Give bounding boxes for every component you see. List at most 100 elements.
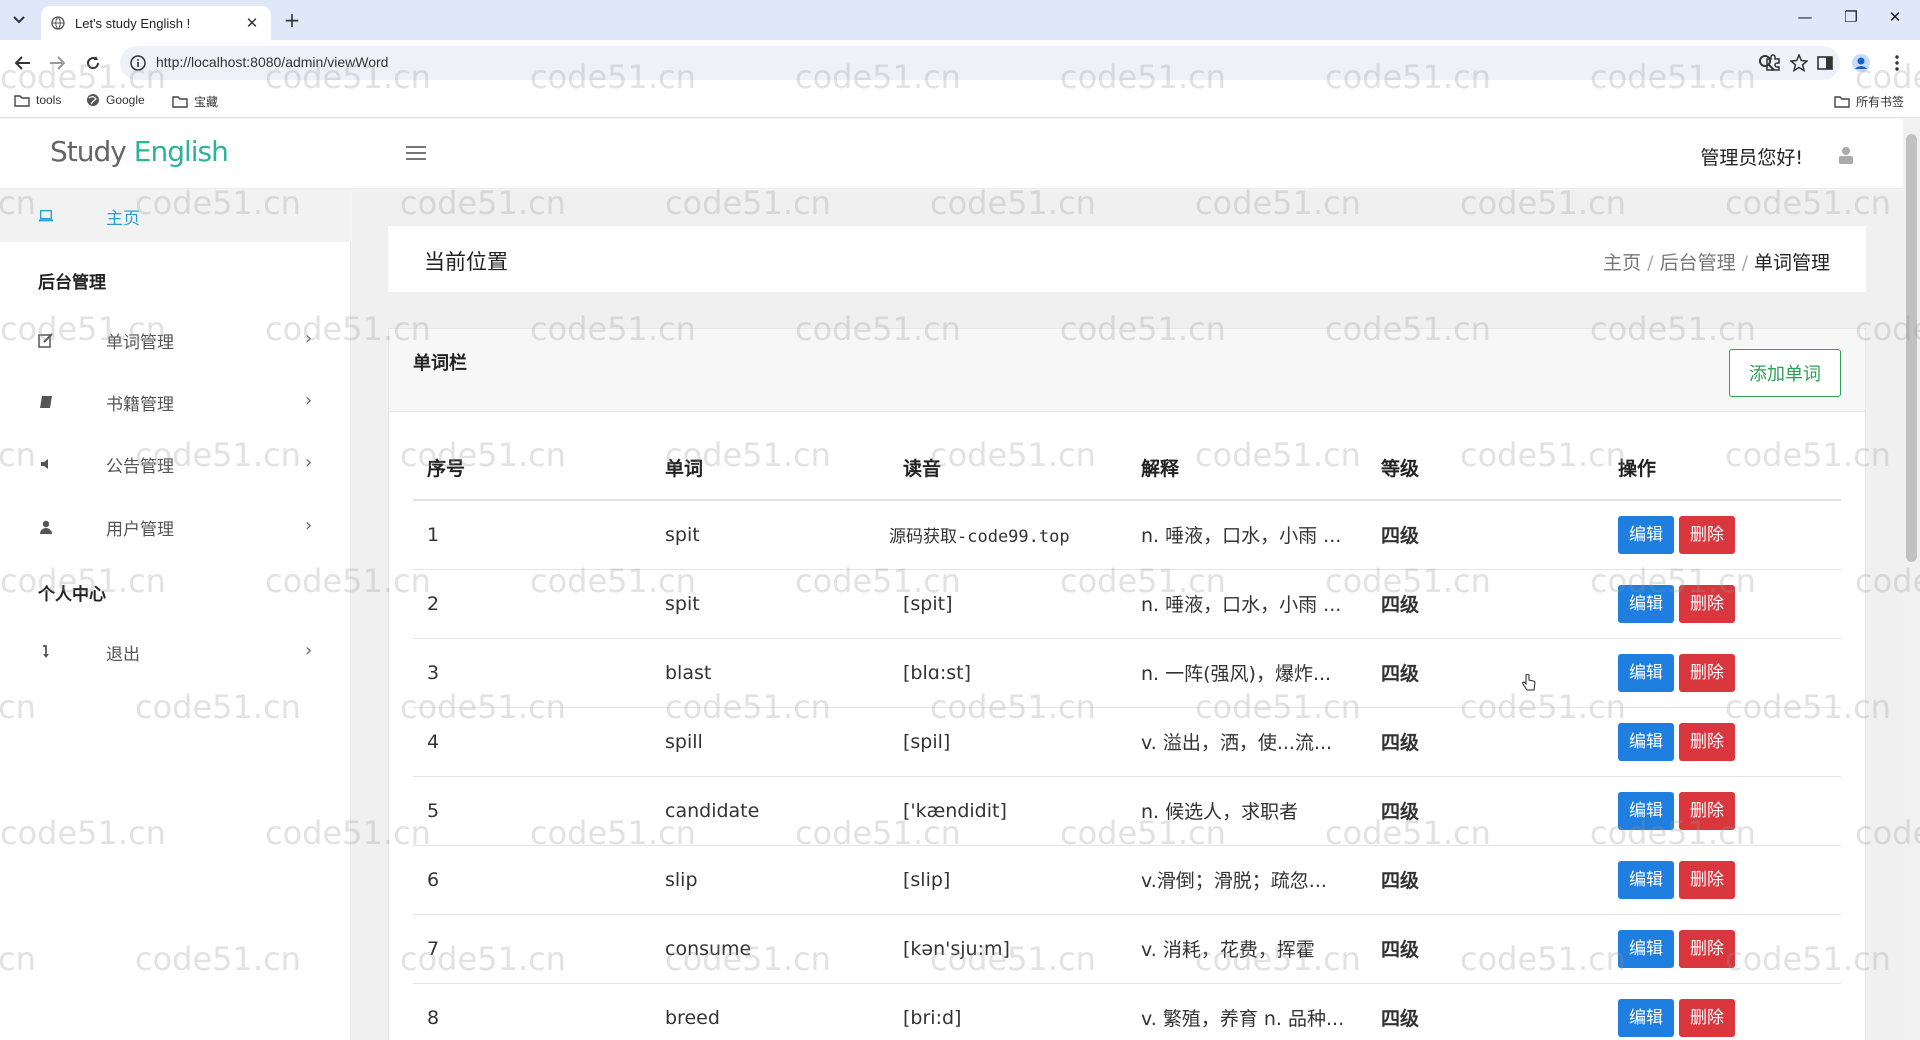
bookmark-google[interactable]: Google (86, 93, 145, 107)
site-info-icon[interactable] (130, 55, 146, 71)
location-title: 当前位置 (424, 250, 508, 274)
back-arrow-icon[interactable] (10, 50, 36, 76)
globe-icon (51, 16, 65, 30)
row-meaning: n. 唾液，口水，小雨 ... (1127, 500, 1367, 570)
delete-button[interactable]: 删除 (1679, 929, 1735, 968)
row-number: 1 (413, 500, 651, 570)
edit-button[interactable]: 编辑 (1618, 653, 1674, 692)
new-tab-button[interactable]: + (280, 9, 304, 33)
app-logo[interactable]: Study English (50, 135, 229, 168)
delete-button[interactable]: 删除 (1679, 791, 1735, 830)
breadcrumb-admin[interactable]: 后台管理 (1660, 252, 1736, 274)
sidebar-item-words[interactable]: 单词管理 › (0, 314, 351, 366)
sidebar-item-books[interactable]: 书籍管理 › (0, 376, 351, 428)
card-title: 单词栏 (413, 353, 467, 374)
row-meaning: v. 溢出，洒，使...流... (1127, 707, 1367, 777)
bookmark-tools[interactable]: tools (14, 93, 61, 107)
browser-tab[interactable]: Let's study English ! ✕ (41, 6, 271, 40)
app-header: Study English 管理员您好! (0, 119, 1903, 189)
sidebar-item-users[interactable]: 用户管理 › (0, 501, 351, 553)
row-level: 四级 (1367, 914, 1604, 984)
column-header: 等级 (1367, 436, 1604, 501)
tab-close-icon[interactable]: ✕ (243, 14, 261, 32)
laptop-icon (38, 208, 54, 224)
row-level: 四级 (1367, 500, 1604, 570)
delete-button[interactable]: 删除 (1679, 584, 1735, 623)
folder-icon (1834, 96, 1850, 108)
row-phonetic: [kən'sju:m] (889, 914, 1127, 984)
edit-button[interactable]: 编辑 (1618, 791, 1674, 830)
breadcrumb-home[interactable]: 主页 (1603, 252, 1641, 274)
sidebar-item-label: 退出 (106, 645, 140, 665)
breadcrumb-current: 单词管理 (1753, 252, 1830, 274)
card-header: 单词栏 添加单词 (389, 329, 1865, 412)
delete-button[interactable]: 删除 (1679, 860, 1735, 899)
sidebar-item-announcements[interactable]: 公告管理 › (0, 438, 351, 490)
table-row: 2 spit [spit] n. 唾液，口水，小雨 ... 四级 编辑 删除 (413, 569, 1841, 639)
browser-toolbar: http://localhost:8080/admin/viewWord (0, 40, 1920, 86)
row-actions: 编辑 删除 (1604, 638, 1841, 708)
row-phonetic: [spit] (889, 569, 1127, 639)
edit-button[interactable]: 编辑 (1618, 929, 1674, 968)
tab-search-chevron-icon[interactable] (8, 9, 30, 31)
row-level: 四级 (1367, 638, 1604, 708)
chevron-right-icon: › (305, 390, 313, 411)
column-header: 单词 (651, 436, 889, 501)
sidebar-section-personal: 个人中心 (38, 585, 106, 605)
breadcrumb: 主页 / 后台管理 / 单词管理 (1603, 252, 1830, 274)
row-word: consume (651, 914, 889, 984)
table-row: 5 candidate ['kændidit] n. 候选人，求职者 四级 编辑 删除 (413, 776, 1841, 846)
sidebar-item-logout[interactable]: 退出 › (0, 626, 351, 678)
edit-button[interactable]: 编辑 (1618, 722, 1674, 761)
row-level: 四级 (1367, 776, 1604, 846)
delete-button[interactable]: 删除 (1679, 722, 1735, 761)
row-phonetic: [slip] (889, 845, 1127, 915)
column-header: 序号 (413, 436, 651, 501)
main-content: 当前位置 主页 / 后台管理 / 单词管理 单词栏 添加单词 序号 单词 读音 解释 等… (352, 190, 1903, 1040)
chevron-right-icon: › (305, 640, 313, 661)
row-word: spit (651, 569, 889, 639)
menu-dots-icon[interactable] (1886, 52, 1908, 74)
row-actions: 编辑 删除 (1604, 845, 1841, 915)
lock-user-icon[interactable] (1837, 145, 1855, 165)
folder-icon (14, 94, 30, 107)
word-table-card: 单词栏 添加单词 序号 单词 读音 解释 等级 操作 1 spit 源码获取-cod… (388, 328, 1866, 1040)
sidebar-item-home[interactable]: 主页 (0, 190, 351, 242)
hamburger-menu-icon[interactable] (406, 146, 426, 162)
address-bar[interactable]: http://localhost:8080/admin/viewWord (120, 46, 1840, 80)
delete-button[interactable]: 删除 (1679, 653, 1735, 692)
side-panel-icon[interactable] (1814, 52, 1836, 74)
forward-arrow-icon[interactable] (44, 50, 70, 76)
minimize-button[interactable]: — (1790, 8, 1820, 32)
row-meaning: v. 繁殖，养育 n. 品种... (1127, 983, 1367, 1040)
edit-button[interactable]: 编辑 (1618, 515, 1674, 554)
sidebar-section-admin: 后台管理 (38, 273, 106, 293)
profile-icon[interactable] (1850, 52, 1872, 74)
chevron-right-icon: › (305, 328, 313, 349)
browser-tabstrip: Let's study English ! ✕ + — ❐ ✕ (0, 0, 1920, 40)
restore-button[interactable]: ❐ (1836, 8, 1866, 32)
scrollbar-thumb[interactable] (1906, 134, 1917, 562)
add-word-button[interactable]: 添加单词 (1729, 349, 1841, 397)
table-header-row: 序号 单词 读音 解释 等级 操作 (413, 436, 1841, 501)
edit-button[interactable]: 编辑 (1618, 584, 1674, 623)
reload-icon[interactable] (80, 50, 106, 76)
all-bookmarks[interactable]: 所有书签 (1834, 93, 1904, 110)
delete-button[interactable]: 删除 (1679, 515, 1735, 554)
hand-cursor-icon (1522, 674, 1536, 691)
bookmark-star-icon[interactable] (1790, 54, 1808, 72)
extensions-icon[interactable] (1762, 52, 1784, 74)
close-window-button[interactable]: ✕ (1880, 8, 1910, 32)
row-level: 四级 (1367, 707, 1604, 777)
row-phonetic: [spil] (889, 707, 1127, 777)
logo-part-1: Study (50, 135, 127, 168)
edit-button[interactable]: 编辑 (1618, 860, 1674, 899)
row-actions: 编辑 删除 (1604, 914, 1841, 984)
delete-button[interactable]: 删除 (1679, 998, 1735, 1037)
chevron-right-icon: › (305, 515, 313, 536)
bookmark-treasure[interactable]: 宝藏 (172, 93, 218, 110)
row-actions: 编辑 删除 (1604, 500, 1841, 570)
row-level: 四级 (1367, 845, 1604, 915)
row-actions: 编辑 删除 (1604, 983, 1841, 1040)
edit-button[interactable]: 编辑 (1618, 998, 1674, 1037)
